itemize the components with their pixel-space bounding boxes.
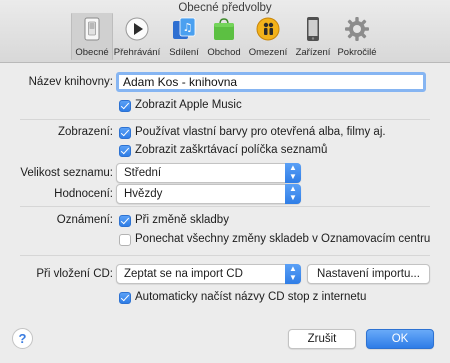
device-icon [300, 16, 326, 42]
tab-devices-label: Zařízení [295, 47, 331, 58]
tab-sharing[interactable]: ♫ Sdílení [167, 13, 201, 60]
library-name-field[interactable]: Adam Kos - knihovna [116, 72, 426, 92]
tab-sharing-label: Sdílení [169, 47, 199, 58]
custom-colors-label: Používat vlastní barvy pro otevřená alba… [135, 126, 386, 138]
tab-store-label: Obchod [207, 47, 241, 58]
auto-cd-names-label: Automaticky načíst názvy CD stop z inter… [135, 291, 367, 303]
list-size-select[interactable]: Střední ▲ ▼ [116, 163, 301, 183]
tab-general[interactable]: Obecné [71, 13, 113, 60]
view-label: Zobrazení: [58, 126, 113, 138]
tab-advanced-label: Pokročilé [337, 47, 377, 58]
tab-playback-label: Přehrávání [113, 47, 161, 58]
tab-store[interactable]: Obchod [205, 13, 243, 60]
gear-icon [344, 16, 370, 42]
preferences-window: Obecné předvolby Obecné Přehrávání ♫ Sdí… [0, 0, 450, 363]
store-icon [211, 16, 237, 42]
svg-text:♫: ♫ [183, 21, 193, 34]
cd-insert-value: Zeptat se na import CD [124, 268, 243, 280]
ok-button[interactable]: OK [366, 329, 434, 349]
cancel-button[interactable]: Zrušit [288, 329, 356, 349]
cd-insert-label: Při vložení CD: [36, 268, 113, 280]
switch-icon [79, 16, 105, 42]
apple-music-checkbox[interactable] [119, 100, 131, 112]
sharing-icon: ♫ [171, 16, 197, 42]
auto-cd-names-checkbox[interactable] [119, 292, 131, 304]
play-icon [124, 16, 150, 42]
rating-select[interactable]: Hvězdy ▲ ▼ [116, 184, 301, 204]
cd-insert-select[interactable]: Zeptat se na import CD ▲ ▼ [116, 264, 301, 284]
list-size-value: Střední [124, 167, 162, 179]
keep-all-checkbox[interactable] [119, 234, 131, 246]
keep-all-label: Ponechat všechny změny skladeb v Oznamov… [135, 233, 431, 245]
apple-music-label: Zobrazit Apple Music [135, 99, 242, 111]
tab-general-label: Obecné [75, 47, 109, 58]
divider [20, 119, 430, 120]
preferences-content: Název knihovny: Adam Kos - knihovna Zobr… [0, 63, 450, 363]
library-name-label: Název knihovny: [28, 76, 113, 88]
list-checkboxes-label: Zobrazit zaškrtávací políčka seznamů [135, 144, 328, 156]
song-change-checkbox[interactable] [119, 215, 131, 227]
custom-colors-checkbox[interactable] [119, 127, 131, 139]
updown-arrows-icon: ▲ ▼ [285, 184, 301, 204]
import-settings-button[interactable]: Nastavení importu... [307, 264, 430, 284]
updown-arrows-icon: ▲ ▼ [285, 264, 301, 284]
rating-value: Hvězdy [124, 188, 163, 200]
tab-restrictions[interactable]: Omezení [246, 13, 290, 60]
restrictions-icon [255, 16, 281, 42]
updown-arrows-icon: ▲ ▼ [285, 163, 301, 183]
tab-playback[interactable]: Přehrávání [113, 13, 161, 60]
tab-advanced[interactable]: Pokročilé [336, 13, 378, 60]
song-change-label: Při změně skladby [135, 214, 229, 226]
divider [20, 255, 430, 256]
rating-label: Hodnocení: [54, 188, 113, 200]
title-bar: Obecné předvolby Obecné Přehrávání ♫ Sdí… [0, 0, 450, 63]
tab-restrictions-label: Omezení [248, 47, 288, 58]
list-checkboxes-checkbox[interactable] [119, 145, 131, 157]
list-size-label: Velikost seznamu: [20, 167, 113, 179]
help-button[interactable]: ? [12, 328, 33, 349]
divider [20, 206, 430, 207]
notifications-label: Oznámení: [56, 214, 113, 226]
tab-devices[interactable]: Zařízení [292, 13, 334, 60]
